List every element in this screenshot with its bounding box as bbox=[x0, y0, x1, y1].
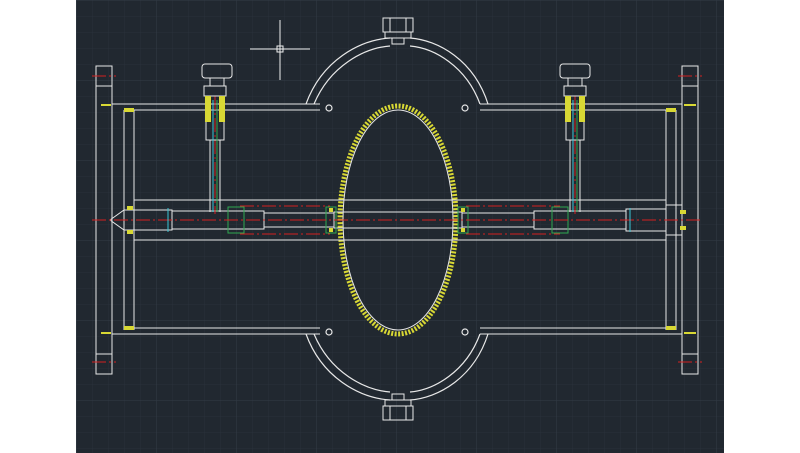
right-margin bbox=[724, 0, 800, 453]
major-grid bbox=[76, 0, 724, 453]
cad-model-viewport[interactable] bbox=[76, 0, 724, 453]
left-margin bbox=[0, 0, 76, 453]
drawing-canvas[interactable] bbox=[76, 0, 724, 453]
